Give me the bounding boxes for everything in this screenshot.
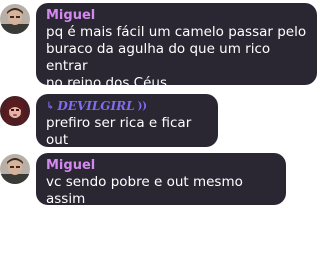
author-prefix: ↳ [46,101,55,112]
author-name[interactable]: Miguel [46,7,307,24]
author-suffix: )) [137,101,148,112]
avatar-miguel[interactable] [0,154,30,184]
avatar-devilgirl[interactable] [0,96,30,126]
message-bubble[interactable]: ↳ DEVILGIRL )) prefiro ser rica e ficar … [36,94,218,148]
message-text: vc sendo pobre e out mesmo assim [46,174,243,207]
avatar-miguel[interactable] [0,4,30,34]
message-text: pq é mais fácil um camelo passar pelo bu… [46,24,307,91]
message-text: prefiro ser rica e ficar out [46,115,192,148]
message-bubble[interactable]: Miguel pq é mais fácil um camelo passar … [36,3,317,91]
author-name[interactable]: Miguel [46,157,276,174]
author-name[interactable]: ↳ DEVILGIRL )) [46,98,208,115]
author-name-text: DEVILGIRL [57,99,135,113]
message-bubble[interactable]: Miguel vc sendo pobre e out mesmo assim [36,153,286,207]
